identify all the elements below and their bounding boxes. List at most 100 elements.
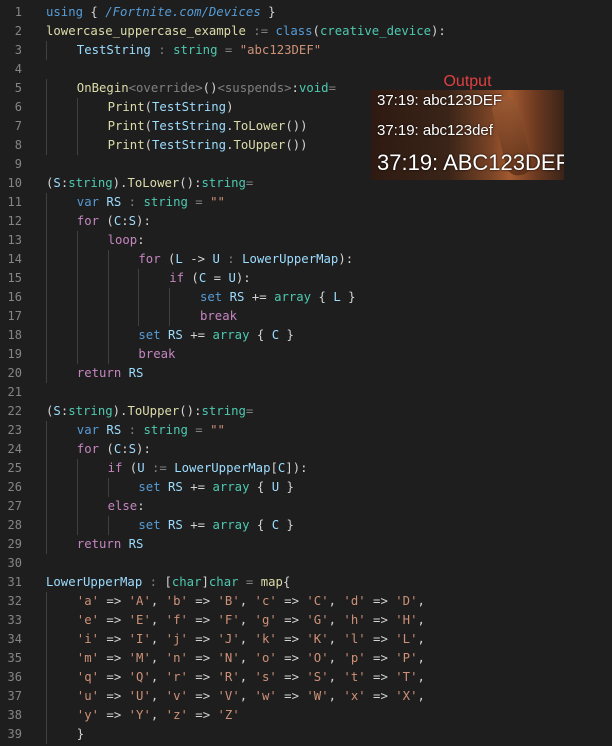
- indent-guide: [46, 193, 47, 212]
- code-line[interactable]: 3 TestString : string = "abc123DEF": [0, 41, 612, 60]
- code-token: 'F': [217, 613, 240, 627]
- line-number: 8: [14, 138, 22, 152]
- code-line[interactable]: 17 break: [0, 307, 612, 326]
- code-line[interactable]: 31 LowerUpperMap : [char]char = map{: [0, 573, 612, 592]
- code-text[interactable]: 'u' => 'U', 'v' => 'V', 'w' => 'W', 'x' …: [77, 687, 425, 706]
- code-line[interactable]: 18 set RS += array { C }: [0, 326, 612, 345]
- code-line[interactable]: 22 (S:string).ToUpper():string=: [0, 402, 612, 421]
- code-line[interactable]: 33 'e' => 'E', 'f' => 'F', 'g' => 'G', 'h…: [0, 611, 612, 630]
- code-text[interactable]: set RS += array { U }: [138, 478, 294, 497]
- code-text[interactable]: OnBegin<override>()<suspends>:void=: [77, 79, 336, 98]
- code-line[interactable]: 35 'm' => 'M', 'n' => 'N', 'o' => 'O', 'p…: [0, 649, 612, 668]
- code-text[interactable]: 'q' => 'Q', 'r' => 'R', 's' => 'S', 't' …: [77, 668, 425, 687]
- code-text[interactable]: else:: [108, 497, 145, 516]
- code-line[interactable]: 2 lowercase_uppercase_example := class(cr…: [0, 22, 612, 41]
- code-text[interactable]: TestString : string = "abc123DEF": [77, 41, 321, 60]
- code-line[interactable]: 34 'i' => 'I', 'j' => 'J', 'k' => 'K', 'l…: [0, 630, 612, 649]
- code-line[interactable]: 16 set RS += array { L }: [0, 288, 612, 307]
- line-number: 24: [7, 442, 22, 456]
- code-token: set: [138, 518, 161, 532]
- code-line[interactable]: 1 using { /Fortnite.com/Devices }: [0, 3, 612, 22]
- line-number: 35: [7, 651, 22, 665]
- code-token: =>: [365, 651, 396, 665]
- code-line[interactable]: 24 for (C:S):: [0, 440, 612, 459]
- code-token: ():: [179, 404, 202, 418]
- code-line[interactable]: 28 set RS += array { C }: [0, 516, 612, 535]
- code-token: }: [340, 290, 356, 304]
- code-text[interactable]: 'a' => 'A', 'b' => 'B', 'c' => 'C', 'd' …: [77, 592, 425, 611]
- code-token: LowerUpperMap: [46, 575, 143, 589]
- code-token: :: [291, 81, 299, 95]
- code-token: /Fortnite.com/Devices: [105, 5, 261, 19]
- indent-guide: [76, 231, 78, 250]
- code-line[interactable]: 32 'a' => 'A', 'b' => 'B', 'c' => 'C', 'd…: [0, 592, 612, 611]
- code-text[interactable]: break: [138, 345, 175, 364]
- indent-guide: [138, 269, 140, 288]
- code-text[interactable]: 'e' => 'E', 'f' => 'F', 'g' => 'G', 'h' …: [77, 611, 425, 630]
- code-text[interactable]: (S:string).ToUpper():string=: [46, 402, 253, 421]
- code-line[interactable]: 38 'y' => 'Y', 'z' => 'Z': [0, 706, 612, 725]
- code-line[interactable]: 11 var RS : string = "": [0, 193, 612, 212]
- indent-guide: [46, 326, 47, 345]
- code-line[interactable]: 14 for (L -> U : LowerUpperMap):: [0, 250, 612, 269]
- code-text[interactable]: for (C:S):: [77, 440, 151, 459]
- code-line[interactable]: 29 return RS: [0, 535, 612, 554]
- code-text[interactable]: Print(TestString.ToUpper()): [108, 136, 308, 155]
- code-line[interactable]: 15 if (C = U):: [0, 269, 612, 288]
- code-text[interactable]: LowerUpperMap : [char]char = map{: [46, 573, 290, 592]
- code-text[interactable]: set RS += array { C }: [138, 326, 294, 345]
- code-text[interactable]: (S:string).ToLower():string=: [46, 174, 253, 193]
- code-token: var: [76, 195, 100, 209]
- code-text[interactable]: set RS += array { C }: [138, 516, 294, 535]
- code-text[interactable]: lowercase_uppercase_example := class(cre…: [46, 22, 446, 41]
- code-token: for: [138, 252, 161, 266]
- code-text[interactable]: loop:: [108, 231, 145, 250]
- code-text[interactable]: Print(TestString): [108, 98, 234, 117]
- code-text[interactable]: 'i' => 'I', 'j' => 'J', 'k' => 'K', 'l' …: [77, 630, 425, 649]
- code-token: RS: [128, 537, 144, 551]
- code-line[interactable]: 13 loop:: [0, 231, 612, 250]
- code-text[interactable]: break: [200, 307, 237, 326]
- code-text[interactable]: return RS: [77, 535, 144, 554]
- code-text[interactable]: using { /Fortnite.com/Devices }: [46, 3, 276, 22]
- code-text[interactable]: 'y' => 'Y', 'z' => 'Z': [77, 706, 240, 725]
- code-token: 'N': [217, 651, 240, 665]
- code-text[interactable]: }: [77, 725, 84, 744]
- code-text[interactable]: if (C = U):: [169, 269, 250, 288]
- code-line[interactable]: 27 else:: [0, 497, 612, 516]
- code-text[interactable]: 'm' => 'M', 'n' => 'N', 'o' => 'O', 'p' …: [77, 649, 425, 668]
- code-token: ,: [150, 632, 166, 646]
- code-token: array: [212, 480, 250, 494]
- code-token: =: [245, 176, 254, 190]
- code-token: ,: [417, 670, 425, 684]
- code-line[interactable]: 19 break: [0, 345, 612, 364]
- code-line[interactable]: 30: [0, 554, 612, 573]
- code-line[interactable]: 25 if (U := LowerUpperMap[C]):: [0, 459, 612, 478]
- code-token: 'L': [395, 632, 418, 646]
- code-token: ,: [239, 594, 255, 608]
- code-text[interactable]: return RS: [77, 364, 144, 383]
- code-text[interactable]: Print(TestString.ToLower()): [108, 117, 308, 136]
- code-line[interactable]: 20 return RS: [0, 364, 612, 383]
- code-line[interactable]: 26 set RS += array { U }: [0, 478, 612, 497]
- code-text[interactable]: set RS += array { L }: [200, 288, 356, 307]
- code-token: char: [171, 575, 202, 589]
- code-text[interactable]: for (C:S):: [77, 212, 151, 231]
- code-token: =>: [365, 632, 396, 646]
- code-text[interactable]: var RS : string = "": [77, 193, 225, 212]
- code-token: S: [53, 404, 61, 418]
- code-token: S: [53, 176, 61, 190]
- code-line[interactable]: 23 var RS : string = "": [0, 421, 612, 440]
- code-text[interactable]: if (U := LowerUpperMap[C]):: [108, 459, 308, 478]
- code-line[interactable]: 39}: [0, 725, 612, 744]
- code-line[interactable]: 36 'q' => 'Q', 'r' => 'R', 's' => 'S', 't…: [0, 668, 612, 687]
- code-token: +=: [182, 480, 213, 494]
- code-line[interactable]: 37 'u' => 'U', 'v' => 'V', 'w' => 'W', 'x…: [0, 687, 612, 706]
- code-text[interactable]: for (L -> U : LowerUpperMap):: [138, 250, 353, 269]
- code-line[interactable]: 12 for (C:S):: [0, 212, 612, 231]
- code-line[interactable]: 21: [0, 383, 612, 402]
- code-text[interactable]: var RS : string = "": [77, 421, 225, 440]
- code-token: 's': [254, 670, 277, 684]
- code-token: 'b': [165, 594, 188, 608]
